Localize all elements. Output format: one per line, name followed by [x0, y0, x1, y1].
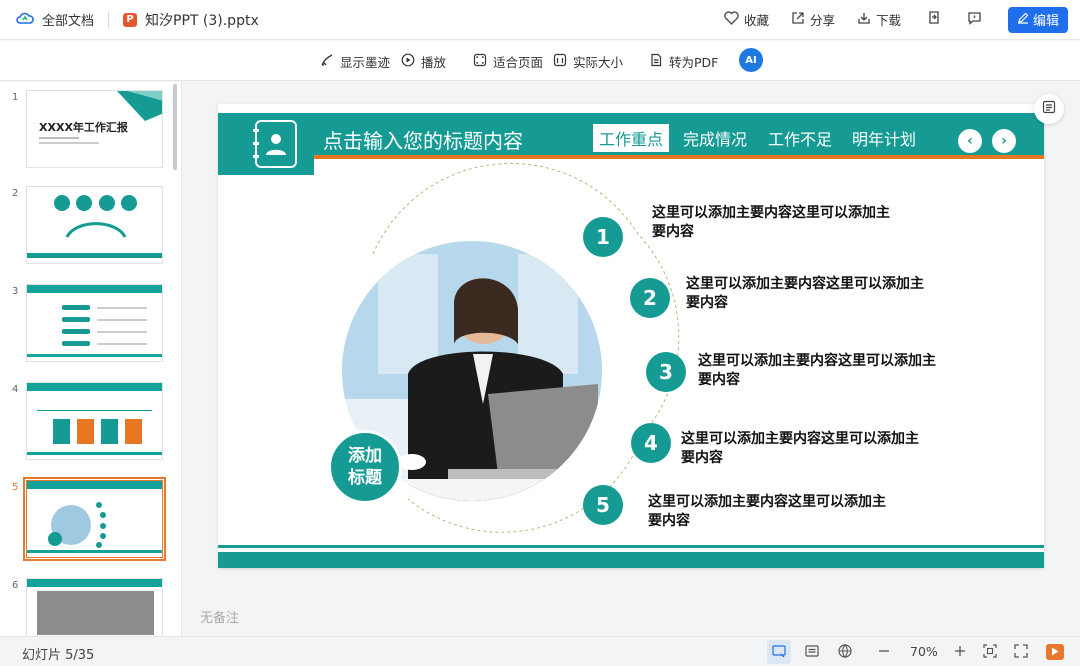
thumbnail-slide-2[interactable] — [26, 186, 163, 264]
add-title-badge: 添加 标题 — [328, 430, 402, 504]
status-bar: 幻灯片 5/35 70% — [0, 636, 1080, 666]
fit-page-icon — [473, 53, 487, 70]
item-text-2: 这里可以添加主要内容这里可以添加主要内容 — [686, 276, 924, 311]
to-pdf-button[interactable]: 转为PDF — [649, 52, 718, 71]
fit-page-label: 适合页面 — [493, 55, 544, 70]
thumbnail-art — [62, 305, 147, 346]
item-number-3: 3 — [646, 352, 686, 392]
thumbnail-number: 6 — [12, 580, 19, 591]
thumbnail-slide-3[interactable] — [26, 284, 163, 362]
thumbnail-scrollbar[interactable] — [173, 84, 177, 170]
pencil-icon — [1017, 12, 1029, 28]
comment-icon — [967, 11, 982, 29]
footer-band — [218, 552, 1044, 568]
ppt-file-icon: P — [123, 12, 138, 27]
add-title-text: 添加 标题 — [348, 446, 382, 488]
favorite-button[interactable]: 收藏 — [724, 10, 769, 29]
item-number-2: 2 — [630, 278, 670, 318]
item-text-1: 这里可以添加主要内容这里可以添加主要内容 — [652, 205, 890, 240]
slide-floating-button[interactable] — [1034, 94, 1064, 124]
favorite-label: 收藏 — [743, 13, 769, 28]
ink-icon — [320, 53, 334, 70]
item-number-4: 4 — [631, 423, 671, 463]
thumbnail-art — [37, 410, 152, 444]
normal-view-icon[interactable] — [771, 643, 787, 663]
play-triangle-icon — [1051, 645, 1059, 660]
footer-line — [218, 545, 1044, 548]
play-label: 播放 — [421, 55, 447, 70]
thumbnail-panel: 1 XXXX年工作汇报 2 3 4 5 6 — [0, 82, 182, 636]
fit-page-button[interactable]: 适合页面 — [473, 52, 543, 71]
thumbnail-number: 1 — [12, 92, 19, 103]
item-text-4: 这里可以添加主要内容这里可以添加主要内容 — [681, 431, 919, 466]
show-ink-button[interactable]: 显示墨迹 — [320, 52, 390, 71]
thumbnail-art — [37, 591, 154, 635]
thumbnail-number: 2 — [12, 188, 19, 199]
cloud-icon — [16, 11, 34, 29]
thumbnail-art — [48, 502, 106, 548]
thumbnail-footer — [27, 452, 162, 455]
fullscreen-icon[interactable] — [1013, 643, 1029, 663]
share-button[interactable]: 分享 — [791, 10, 835, 29]
heart-icon — [724, 11, 739, 28]
item-text-5: 这里可以添加主要内容这里可以添加主要内容 — [648, 494, 886, 529]
page-view-icon — [1041, 99, 1057, 119]
share-label: 分享 — [809, 13, 835, 28]
all-docs-label: 全部文档 — [42, 14, 95, 29]
pdf-icon — [649, 53, 663, 70]
all-docs-link[interactable]: 全部文档 — [16, 10, 94, 29]
play-button[interactable]: 播放 — [401, 52, 446, 71]
thumbnail-number: 4 — [12, 384, 19, 395]
thumbnail-slide-1[interactable]: XXXX年工作汇报 — [26, 90, 163, 168]
download-button[interactable]: 下载 — [857, 10, 901, 29]
item-number-1: 1 — [583, 217, 623, 257]
actual-size-icon — [553, 53, 567, 70]
thumbnail-number: 5 — [12, 482, 19, 493]
share-icon — [791, 11, 805, 28]
item-number-5: 5 — [583, 485, 623, 525]
thumbnail-footer — [27, 550, 162, 553]
edit-label: 编辑 — [1032, 14, 1059, 29]
slide-counter: 幻灯片 5/35 — [22, 648, 95, 663]
download-label: 下载 — [875, 13, 901, 28]
thumbnail-slide-5[interactable] — [23, 477, 166, 561]
slide: 点击输入您的标题内容 工作重点 完成情况 工作不足 明年计划 ‹ › 添加 标题… — [218, 104, 1044, 568]
orbit-illustration — [342, 162, 680, 533]
slideshow-play-button[interactable] — [1046, 644, 1064, 660]
thumbnail-slide-4[interactable] — [26, 382, 163, 460]
actual-size-label: 实际大小 — [573, 55, 624, 70]
file-tab: P 知汐PPT (3).pptx — [123, 10, 259, 30]
item-text-3: 这里可以添加主要内容这里可以添加主要内容 — [698, 353, 936, 388]
file-name: 知汐PPT (3).pptx — [145, 12, 259, 29]
thumbnail-slide-6[interactable] — [26, 578, 163, 636]
edit-button[interactable]: 编辑 — [1008, 6, 1068, 33]
thumbnail-title: XXXX年工作汇报 — [39, 121, 128, 134]
zoom-out-icon[interactable] — [876, 643, 892, 663]
top-bar: 全部文档 P 知汐PPT (3).pptx 收藏 分享 下载 编辑 — [0, 0, 1080, 40]
thumbnail-art — [27, 195, 162, 258]
zoom-level: 70% — [910, 644, 938, 659]
fit-window-icon[interactable] — [982, 643, 998, 663]
show-ink-label: 显示墨迹 — [340, 55, 391, 70]
actual-size-button[interactable]: 实际大小 — [553, 52, 623, 71]
notes-view-icon[interactable] — [804, 643, 820, 663]
speaker-notes[interactable]: 无备注 — [200, 607, 239, 626]
globe-icon[interactable] — [837, 643, 853, 663]
divider — [108, 10, 110, 29]
thumbnail-number: 3 — [12, 286, 19, 297]
play-icon — [401, 53, 415, 70]
to-pdf-label: 转为PDF — [669, 55, 719, 70]
thumbnail-footer — [27, 354, 162, 357]
export-button[interactable] — [927, 10, 941, 29]
zoom-in-icon[interactable] — [952, 643, 968, 663]
export-icon — [927, 11, 941, 29]
download-icon — [857, 11, 871, 28]
comment-button[interactable] — [967, 11, 982, 29]
toolbar: 显示墨迹 播放 适合页面 实际大小 转为PDF AI — [0, 41, 1080, 81]
ai-assistant-icon[interactable]: AI — [739, 48, 763, 72]
slide-canvas: 点击输入您的标题内容 工作重点 完成情况 工作不足 明年计划 ‹ › 添加 标题… — [183, 82, 1080, 636]
